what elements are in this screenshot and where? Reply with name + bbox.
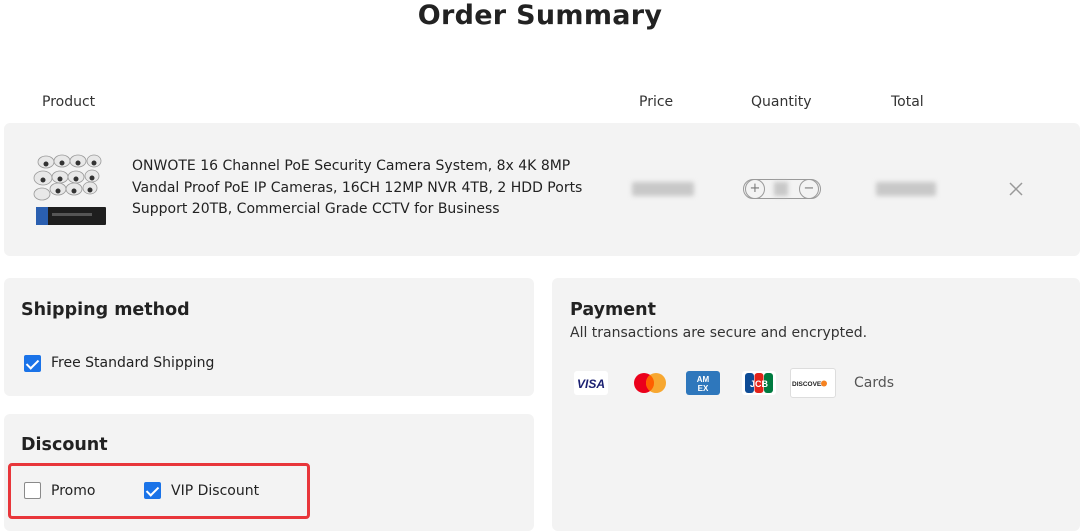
price-value	[632, 182, 694, 196]
payment-subtitle: All transactions are secure and encrypte…	[570, 325, 868, 341]
discount-title: Discount	[21, 435, 108, 455]
amex-icon: AM EX	[686, 371, 720, 395]
close-icon[interactable]	[1006, 179, 1026, 199]
header-total: Total	[891, 94, 924, 110]
promo-checkbox[interactable]	[24, 482, 41, 499]
shipping-method-panel: Shipping method Free Standard Shipping	[4, 278, 534, 396]
product-thumbnail[interactable]	[30, 149, 110, 229]
cart-item: ONWOTE 16 Channel PoE Security Camera Sy…	[4, 123, 1080, 256]
quantity-value[interactable]	[774, 182, 788, 196]
header-quantity: Quantity	[751, 94, 812, 110]
total-value	[876, 182, 936, 196]
visa-icon: VISA	[574, 371, 608, 395]
vip-discount-checkbox[interactable]	[144, 482, 161, 499]
header-price: Price	[639, 94, 674, 110]
shipping-method-title: Shipping method	[21, 300, 190, 320]
discover-icon: DISCOVER	[790, 368, 836, 398]
payment-panel: Payment All transactions are secure and …	[552, 278, 1080, 531]
svg-text:DISCOVER: DISCOVER	[792, 381, 826, 388]
free-shipping-label[interactable]: Free Standard Shipping	[51, 355, 214, 371]
discount-panel: Discount Promo VIP Discount	[4, 414, 534, 531]
mastercard-icon	[630, 371, 666, 395]
free-shipping-checkbox[interactable]	[24, 355, 41, 372]
header-product: Product	[42, 94, 96, 110]
cards-label: Cards	[854, 375, 895, 391]
svg-text:EX: EX	[698, 384, 709, 393]
svg-text:JCB: JCB	[750, 379, 769, 389]
increase-quantity-button[interactable]: +	[745, 179, 765, 199]
jcb-icon: JCB	[742, 371, 776, 395]
svg-text:AM: AM	[697, 375, 710, 384]
promo-label[interactable]: Promo	[51, 483, 95, 499]
payment-title: Payment	[570, 300, 656, 320]
page-title: Order Summary	[417, 0, 663, 31]
product-name[interactable]: ONWOTE 16 Channel PoE Security Camera Sy…	[132, 156, 592, 221]
vip-discount-label[interactable]: VIP Discount	[171, 483, 259, 499]
decrease-quantity-button[interactable]: −	[799, 179, 819, 199]
svg-text:VISA: VISA	[577, 377, 605, 391]
quantity-stepper[interactable]: + −	[743, 179, 821, 199]
